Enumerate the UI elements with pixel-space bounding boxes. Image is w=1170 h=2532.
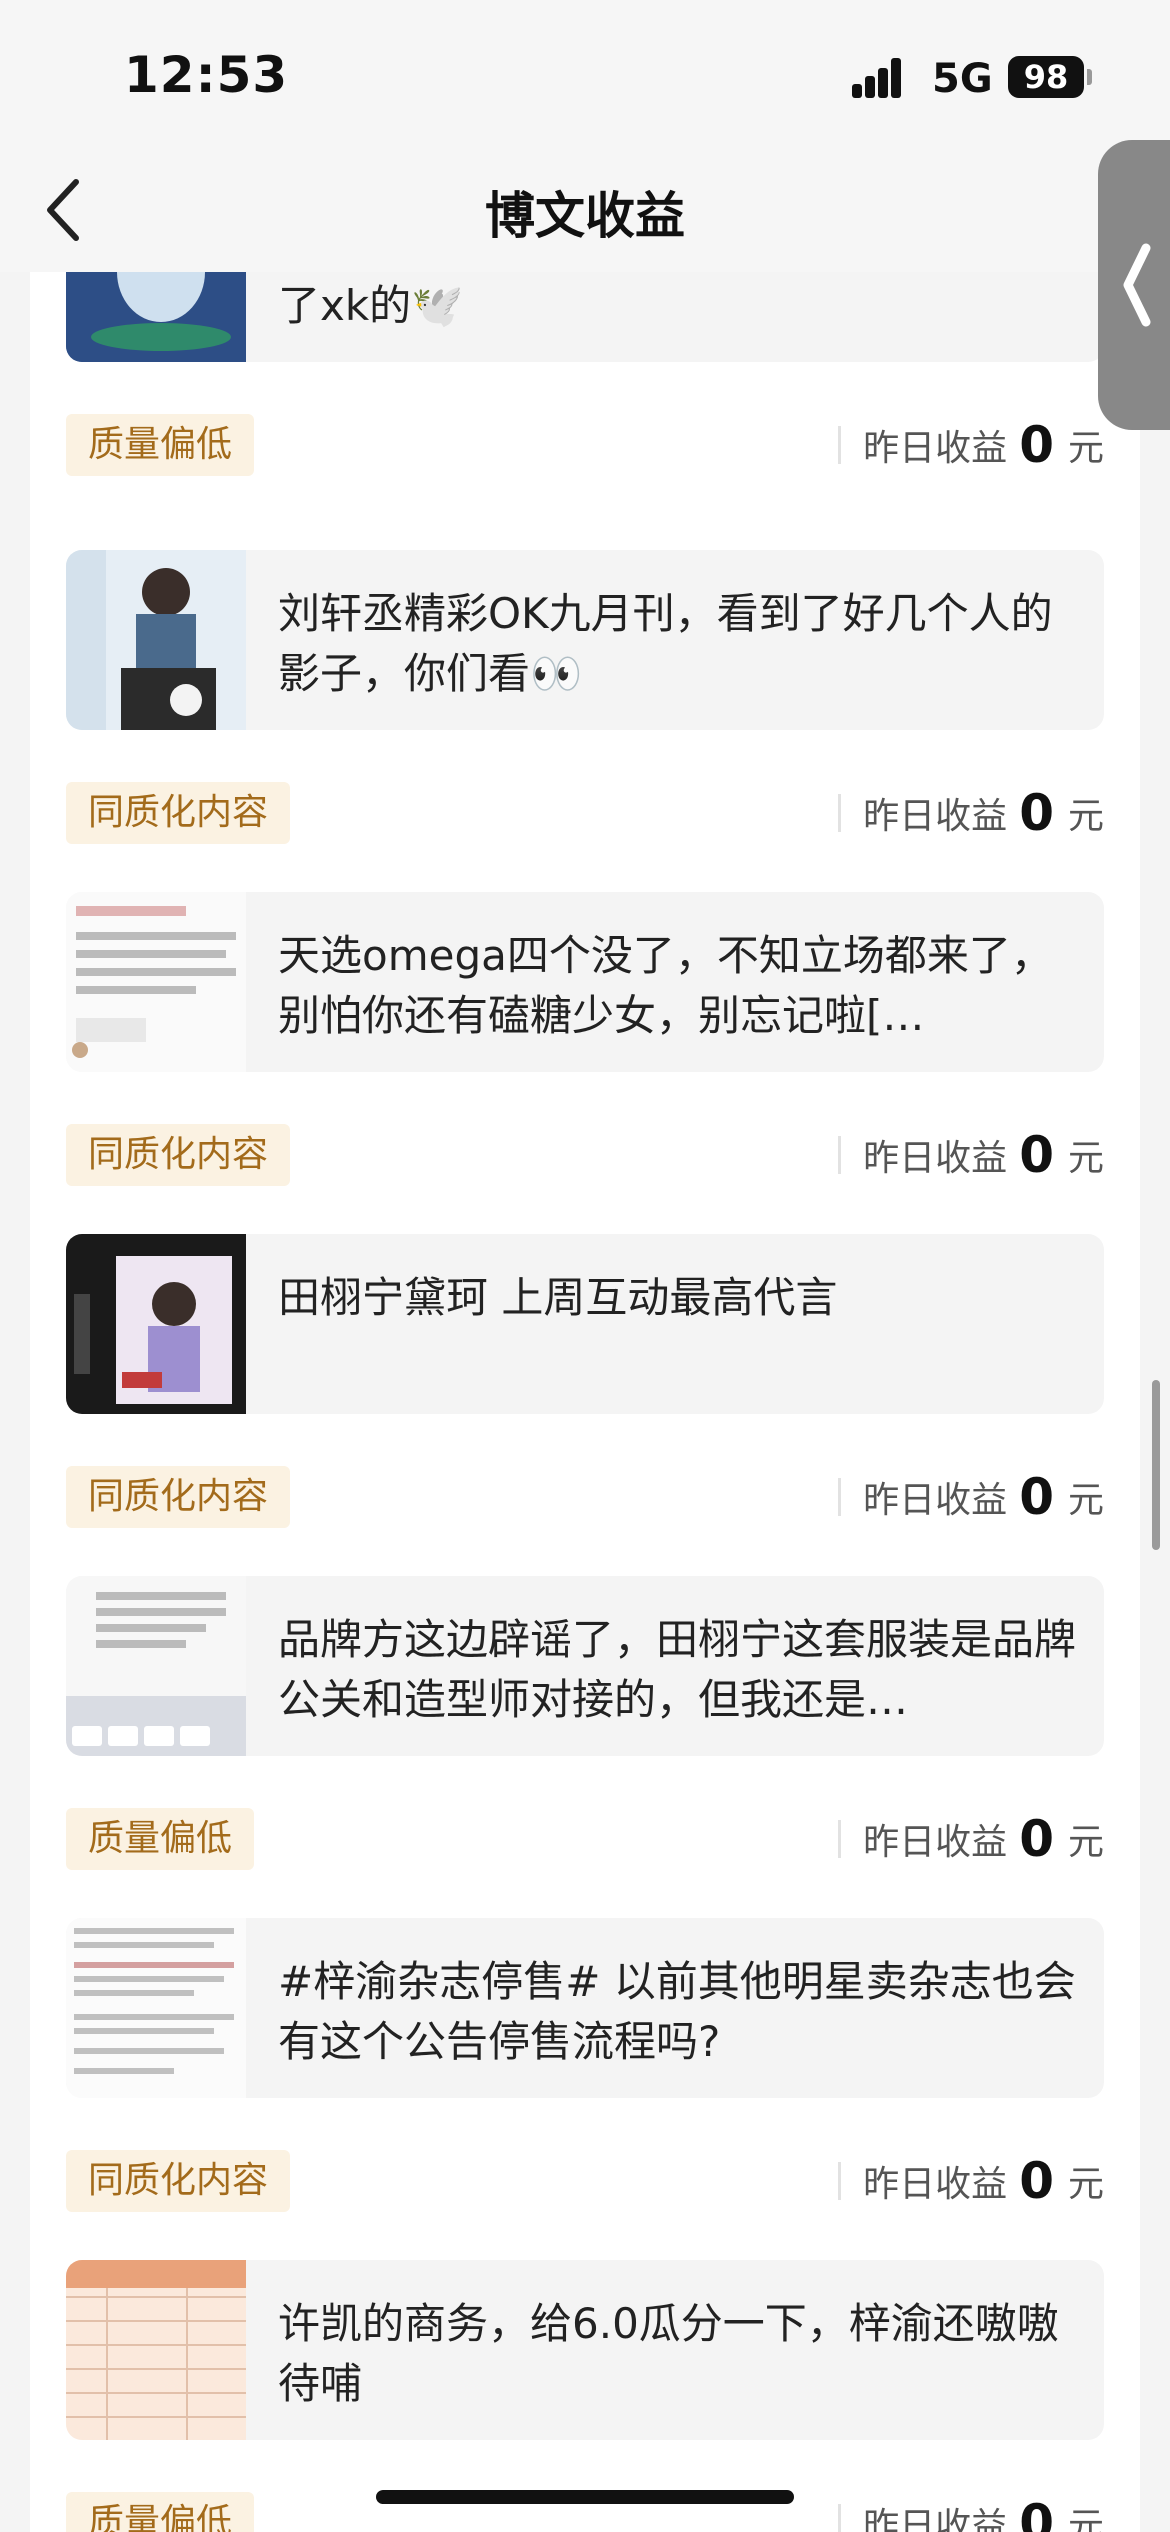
earnings-label: 昨日收益 [863, 1138, 1008, 1179]
quality-tag: 质量偏低 [66, 2492, 255, 2532]
earnings-label: 昨日收益 [863, 796, 1008, 837]
list-item: 刘轩丞精彩OK九月刊，看到了好几个人的影子，你们看👀 同质化内容 昨日收益 0 … [30, 550, 1140, 892]
earnings-list: 啊啊啊啊啊啊啊啊啊啊啊啊，我在推上看到了xk的🕊️ 质量偏低 昨日收益 0 元 … [30, 272, 1140, 2532]
floating-side-tab[interactable] [1098, 140, 1170, 430]
yesterday-earnings: 昨日收益 0 元 [838, 410, 1104, 480]
divider [838, 2162, 842, 2200]
list-item: #梓渝杂志停售# 以前其他明星卖杂志也会有这个公告停售流程吗? 同质化内容 昨日… [30, 1918, 1140, 2260]
earnings-label: 昨日收益 [863, 2506, 1008, 2532]
home-indicator[interactable] [376, 2490, 794, 2504]
post-thumbnail [66, 550, 246, 730]
post-title: 啊啊啊啊啊啊啊啊啊啊啊啊，我在推上看到了xk的🕊️ [278, 281, 464, 330]
earnings-label: 昨日收益 [863, 1822, 1008, 1863]
earnings-unit: 元 [1067, 1138, 1104, 1179]
divider [838, 1478, 842, 1516]
status-time: 12:53 [124, 46, 289, 104]
status-bar: 12:53 5G 98 [0, 0, 1170, 150]
chevron-left-icon [1123, 243, 1151, 327]
list-item: 田栩宁黛珂 上周互动最高代言 同质化内容 昨日收益 0 元 [30, 1234, 1140, 1576]
earnings-label: 昨日收益 [863, 1480, 1008, 1521]
page-title: 博文收益 [485, 187, 685, 245]
yesterday-earnings: 昨日收益 0 元 [838, 1462, 1104, 1532]
post-thumbnail [66, 1234, 246, 1414]
post-card[interactable]: 啊啊啊啊啊啊啊啊啊啊啊啊，我在推上看到了xk的🕊️ [66, 272, 1104, 362]
divider [838, 1136, 842, 1174]
post-thumbnail [66, 2260, 246, 2440]
yesterday-earnings: 昨日收益 0 元 [838, 2488, 1104, 2532]
post-title: 刘轩丞精彩OK九月刊，看到了好几个人的影子，你们看👀 [278, 589, 1053, 698]
earnings-unit: 元 [1067, 1480, 1104, 1521]
quality-tag: 质量偏低 [66, 414, 255, 476]
earnings-value: 0 [1019, 1126, 1054, 1184]
quality-tag: 质量偏低 [66, 1808, 255, 1870]
battery-tip [1087, 69, 1092, 85]
nav-bar: 博文收益 [0, 150, 1170, 272]
yesterday-earnings: 昨日收益 0 元 [838, 1120, 1104, 1190]
earnings-value: 0 [1019, 416, 1054, 474]
divider [838, 794, 842, 832]
post-card[interactable]: 天选omega四个没了，不知立场都来了，别怕你还有磕糖少女，别忘记啦[… [66, 892, 1104, 1072]
signal-icon [852, 58, 914, 98]
post-thumbnail [66, 892, 246, 1072]
quality-tag: 同质化内容 [66, 1124, 291, 1186]
quality-tag: 同质化内容 [66, 1466, 291, 1528]
earnings-value: 0 [1019, 1810, 1054, 1868]
earnings-unit: 元 [1067, 2506, 1104, 2532]
post-thumbnail [66, 1576, 246, 1756]
earnings-value: 0 [1019, 2152, 1054, 2210]
earnings-label: 昨日收益 [863, 2164, 1008, 2205]
list-item: 品牌方这边辟谣了，田栩宁这套服装是品牌公关和造型师对接的，但我还是… 质量偏低 … [30, 1576, 1140, 1918]
divider [838, 2504, 842, 2532]
quality-tag: 同质化内容 [66, 782, 291, 844]
earnings-value: 0 [1019, 784, 1054, 842]
post-title: 天选omega四个没了，不知立场都来了，别怕你还有磕糖少女，别忘记啦[… [278, 931, 1053, 1040]
post-thumbnail [66, 1918, 246, 2098]
earnings-unit: 元 [1067, 1822, 1104, 1863]
list-item: 天选omega四个没了，不知立场都来了，别怕你还有磕糖少女，别忘记啦[… 同质化… [30, 892, 1140, 1234]
yesterday-earnings: 昨日收益 0 元 [838, 778, 1104, 848]
divider [838, 426, 842, 464]
post-title: 田栩宁黛珂 上周互动最高代言 [278, 1273, 838, 1322]
earnings-value: 0 [1019, 2494, 1054, 2532]
yesterday-earnings: 昨日收益 0 元 [838, 2146, 1104, 2216]
quality-tag: 同质化内容 [66, 2150, 291, 2212]
post-title: 品牌方这边辟谣了，田栩宁这套服装是品牌公关和造型师对接的，但我还是… [278, 1615, 1077, 1724]
earnings-label: 昨日收益 [863, 428, 1008, 469]
scrollbar[interactable] [1152, 1380, 1160, 1550]
battery-icon: 98 [1008, 56, 1084, 98]
earnings-unit: 元 [1067, 2164, 1104, 2205]
post-card[interactable]: 许凯的商务，给6.0瓜分一下，梓渝还嗷嗷待哺 [66, 2260, 1104, 2440]
network-type: 5G [932, 56, 993, 102]
post-card[interactable]: 品牌方这边辟谣了，田栩宁这套服装是品牌公关和造型师对接的，但我还是… [66, 1576, 1104, 1756]
post-card[interactable]: #梓渝杂志停售# 以前其他明星卖杂志也会有这个公告停售流程吗? [66, 1918, 1104, 2098]
earnings-value: 0 [1019, 1468, 1054, 1526]
post-title: #梓渝杂志停售# 以前其他明星卖杂志也会有这个公告停售流程吗? [278, 1957, 1076, 2066]
yesterday-earnings: 昨日收益 0 元 [838, 1804, 1104, 1874]
divider [838, 1820, 842, 1858]
list-item: 啊啊啊啊啊啊啊啊啊啊啊啊，我在推上看到了xk的🕊️ 质量偏低 昨日收益 0 元 [30, 272, 1140, 524]
post-title: 许凯的商务，给6.0瓜分一下，梓渝还嗷嗷待哺 [278, 2299, 1059, 2408]
post-card[interactable]: 刘轩丞精彩OK九月刊，看到了好几个人的影子，你们看👀 [66, 550, 1104, 730]
post-thumbnail [66, 272, 246, 362]
post-card[interactable]: 田栩宁黛珂 上周互动最高代言 [66, 1234, 1104, 1414]
earnings-unit: 元 [1067, 796, 1104, 837]
